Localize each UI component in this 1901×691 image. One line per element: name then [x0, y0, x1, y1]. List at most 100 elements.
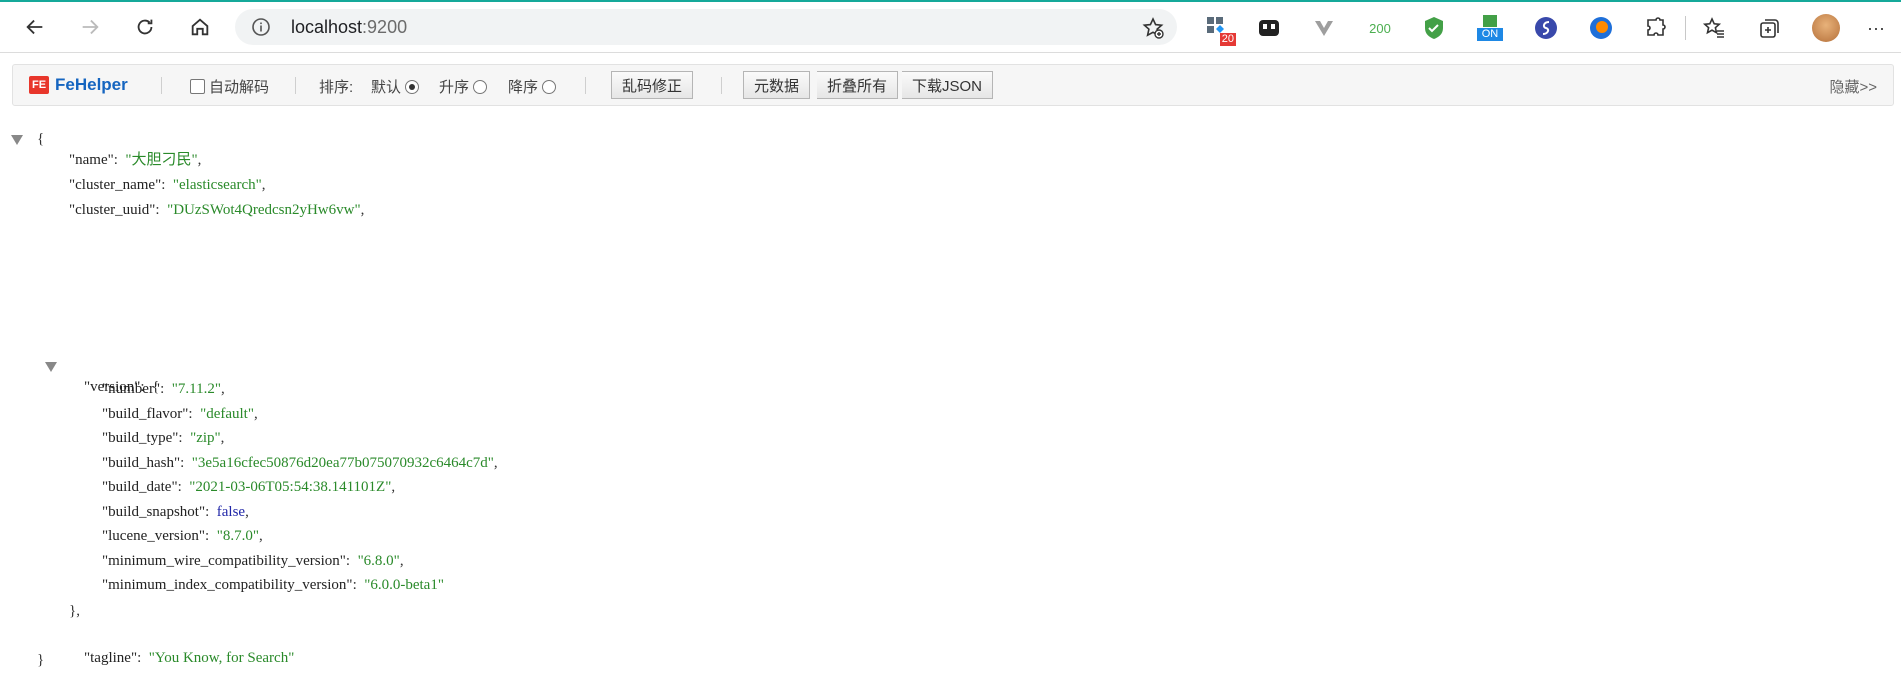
json-property: "minimum_index_compatibility_version": "… [102, 577, 444, 593]
json-property: "build_hash": "3e5a16cfec50876d20ea77b07… [102, 454, 498, 471]
sort-asc-radio[interactable] [473, 79, 488, 94]
profile-avatar-icon[interactable] [1812, 14, 1840, 42]
json-property: "name": "大胆刁民", [69, 152, 202, 168]
json-key: "cluster_uuid" [69, 202, 156, 218]
sort-default-option[interactable]: 默认 [371, 76, 420, 97]
url-text: localhost:9200 [291, 17, 407, 38]
shield-icon[interactable] [1420, 14, 1448, 42]
json-property: "minimum_wire_compatibility_version": "6… [102, 552, 404, 569]
json-value: "DUzSWot4Qredcsn2yHw6vw" [167, 202, 361, 218]
json-property-version: "version": { [84, 379, 160, 395]
json-open-brace: { [37, 131, 45, 147]
download-json-button[interactable]: 下载JSON [902, 71, 994, 99]
info-icon[interactable] [251, 17, 271, 37]
json-key: "build_type" [102, 430, 179, 446]
json-value: "elasticsearch" [172, 177, 262, 193]
collections-icon[interactable] [1755, 14, 1783, 42]
raw-data-button[interactable]: 元数据 [743, 71, 811, 99]
toolbar-divider [295, 77, 296, 94]
home-button[interactable] [185, 12, 215, 42]
toolbar-divider [585, 77, 586, 94]
extensions-puzzle-icon[interactable] [1642, 14, 1670, 42]
fehelper-toolbar: FE FeHelper 自动解码 排序: 默认 升序 降序 乱码修正 元数据 折… [12, 64, 1894, 106]
toolbar-separator [1685, 16, 1686, 40]
json-value: "default" [200, 405, 254, 422]
favorites-icon[interactable] [1700, 14, 1728, 42]
json-key: "name" [69, 152, 114, 168]
refresh-icon [137, 19, 153, 35]
forward-button[interactable] [75, 12, 105, 42]
json-comma: , [391, 479, 396, 495]
json-comma: , [261, 177, 266, 193]
json-comma: , [197, 152, 202, 168]
json-key: "build_snapshot" [102, 503, 206, 520]
tab-manager-icon[interactable]: 20 [1204, 14, 1236, 46]
json-value: "2021-03-06T05:54:38.141101Z" [189, 479, 392, 495]
json-key: "build_flavor" [102, 405, 189, 422]
json-property: "build_type": "zip", [102, 430, 225, 446]
sort-asc-option[interactable]: 升序 [439, 76, 488, 97]
vue-devtools-icon[interactable] [1310, 14, 1338, 42]
collapse-all-button[interactable]: 折叠所有 [817, 71, 899, 99]
json-value: false [216, 503, 246, 520]
url-port: :9200 [362, 17, 408, 37]
home-icon [191, 18, 209, 36]
refresh-button[interactable] [130, 12, 160, 42]
json-comma: , [253, 405, 258, 422]
json-key: "number" [102, 381, 161, 397]
root-collapse-toggle-icon[interactable] [11, 135, 23, 145]
json-value: "7.11.2" [171, 381, 221, 397]
json-value: "3e5a16cfec50876d20ea77b075070932c6464c7… [191, 454, 494, 471]
json-value: "大胆刁民" [125, 152, 198, 168]
back-arrow-icon [26, 19, 43, 35]
json-property-tagline: "tagline": "You Know, for Search" [84, 650, 295, 666]
json-property: "build_flavor": "default", [102, 405, 258, 422]
fehelper-logo-icon: FE [29, 76, 49, 94]
back-button[interactable] [20, 12, 50, 42]
json-value: "6.8.0" [357, 552, 400, 569]
auto-decode-label: 自动解码 [209, 79, 270, 96]
json-property: "lucene_version": "8.7.0", [102, 528, 263, 544]
toolbar-divider [721, 77, 722, 94]
json-key: "minimum_wire_compatibility_version" [102, 552, 346, 569]
sort-default-radio[interactable] [405, 79, 420, 94]
hide-toolbar-link[interactable]: 隐藏>> [1829, 76, 1877, 97]
json-property: "build_date": "2021-03-06T05:54:38.14110… [102, 479, 396, 495]
fehelper-logo: FE FeHelper [29, 75, 128, 95]
fehelper-extension-icon[interactable] [1255, 14, 1283, 42]
sort-label: 排序: [319, 79, 354, 96]
json-property: "number": "7.11.2", [102, 381, 225, 397]
blue-s-icon[interactable] [1532, 14, 1560, 42]
json-value: "You Know, for Search" [148, 650, 295, 666]
toolbar-divider [161, 77, 162, 94]
json-comma: , [399, 552, 404, 569]
json-comma: , [220, 430, 225, 446]
version-close-brace: }, [69, 603, 80, 619]
json-value: "6.0.0-beta1" [364, 577, 444, 593]
more-menu-icon[interactable]: ··· [1862, 14, 1890, 42]
sort-default-label: 默认 [371, 79, 402, 96]
auto-decode-checkbox[interactable] [190, 79, 205, 94]
on-toggle-icon[interactable]: ON [1476, 14, 1504, 42]
json-key: "tagline" [84, 650, 138, 666]
version-collapse-toggle-icon[interactable] [45, 362, 57, 372]
sort-desc-option[interactable]: 降序 [508, 76, 557, 97]
json-property: "build_snapshot": false, [102, 503, 249, 520]
firefox-relay-icon[interactable] [1587, 14, 1615, 42]
sort-desc-label: 降序 [508, 79, 539, 96]
sort-desc-radio[interactable] [542, 79, 557, 94]
add-favorite-icon[interactable] [1141, 16, 1165, 40]
json-key: "build_hash" [102, 454, 181, 471]
fix-encoding-button[interactable]: 乱码修正 [611, 71, 694, 99]
address-bar[interactable]: localhost:9200 [235, 9, 1177, 45]
tab-count-badge: 20 [1219, 33, 1236, 46]
json-property: "cluster_name": "elasticsearch", [69, 177, 266, 193]
json-property: "cluster_uuid": "DUzSWot4Qredcsn2yHw6vw"… [69, 202, 365, 218]
browser-toolbar: localhost:9200 20 200 ON ··· [0, 2, 1901, 53]
json-key: "cluster_name" [69, 177, 162, 193]
url-host: localhost [291, 17, 363, 37]
json-comma: , [220, 381, 225, 397]
json-key: "minimum_index_compatibility_version" [102, 577, 353, 593]
auto-decode-option[interactable]: 自动解码 [190, 76, 269, 97]
status-counter-icon[interactable]: 200 [1360, 14, 1400, 42]
